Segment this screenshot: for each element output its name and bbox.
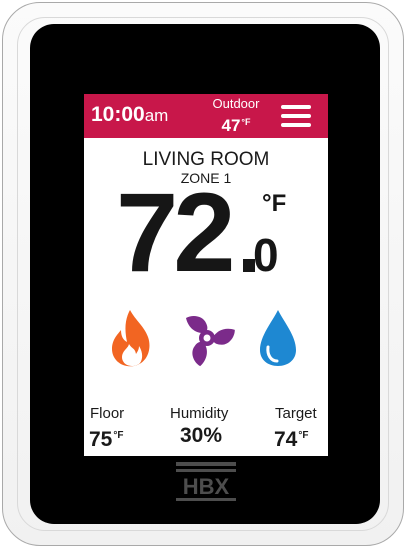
- outdoor-value-wrap: 47°F: [206, 112, 266, 136]
- fan-icon: [186, 315, 235, 367]
- current-temperature-decimal: 0: [253, 229, 279, 281]
- outdoor-value: 47: [221, 116, 241, 135]
- svg-text:HBX: HBX: [183, 474, 230, 499]
- current-temperature: 72: [116, 170, 236, 295]
- humidity-mode-button[interactable]: [258, 308, 298, 373]
- clock: 10:00am: [91, 103, 168, 128]
- humidity-label: Humidity: [170, 405, 229, 422]
- floor-value: 75: [89, 428, 113, 451]
- outdoor-unit: °F: [241, 117, 251, 127]
- outdoor-label: Outdoor: [212, 96, 260, 111]
- room-name: LIVING ROOM: [142, 149, 270, 170]
- fan-mode-button[interactable]: [176, 308, 238, 373]
- status-bar: 10:00am Outdoor 47°F: [84, 94, 328, 138]
- clock-ampm: am: [144, 106, 169, 125]
- water-drop-icon: [260, 310, 296, 366]
- floor-label: Floor: [90, 405, 125, 422]
- thermostat-screen: 10:00am Outdoor 47°F LIVING ROOM ZONE 1 …: [84, 94, 328, 456]
- target-label: Target: [275, 405, 317, 422]
- floor-temperature: 75°F: [89, 424, 123, 452]
- humidity-value: 30%: [180, 424, 223, 447]
- heat-mode-button[interactable]: [108, 308, 156, 373]
- menu-button[interactable]: [280, 103, 312, 129]
- floor-unit: °F: [113, 430, 124, 441]
- hbx-logo-mark: HBX: [176, 462, 236, 501]
- hbx-logo: HBX: [176, 462, 236, 502]
- temperature-unit: °F: [262, 190, 287, 217]
- outdoor-temperature: Outdoor 47°F: [206, 97, 266, 136]
- target-temperature[interactable]: 74°F: [274, 424, 308, 452]
- target-value: 74: [274, 428, 298, 451]
- clock-time: 10:00: [91, 103, 145, 126]
- target-unit: °F: [298, 430, 309, 441]
- flame-icon: [112, 310, 150, 367]
